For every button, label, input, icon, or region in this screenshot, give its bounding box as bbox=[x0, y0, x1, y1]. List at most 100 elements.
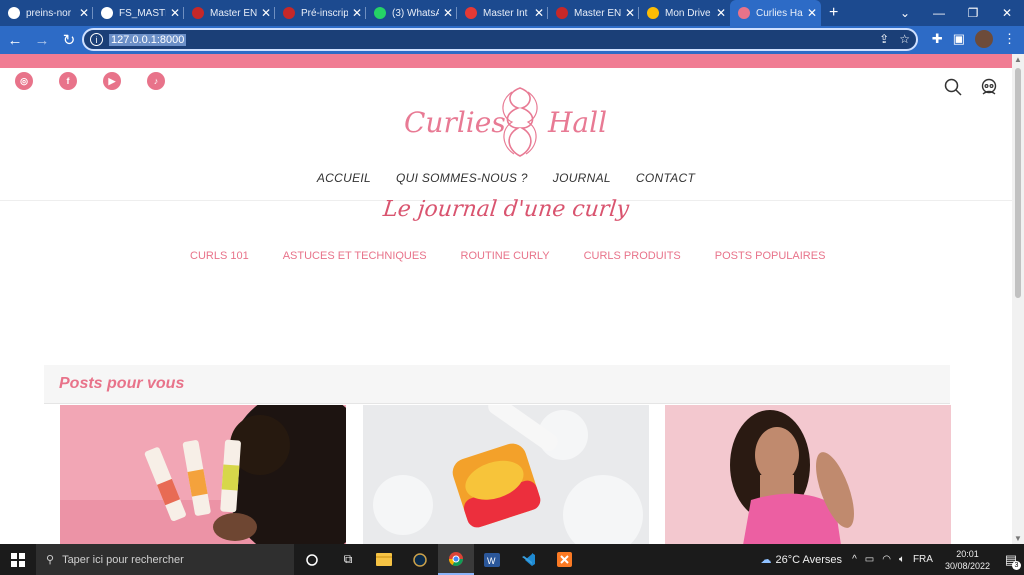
browser-tab[interactable]: Master Int ✕ bbox=[457, 0, 548, 26]
journal-title: Le journal d'une curly bbox=[381, 197, 631, 222]
svg-text:W: W bbox=[487, 556, 496, 566]
network-icon[interactable]: ▭ bbox=[865, 554, 874, 565]
nav-journal[interactable]: JOURNAL bbox=[553, 171, 611, 185]
chrome-icon[interactable] bbox=[438, 544, 474, 575]
scroll-down-icon[interactable]: ▼ bbox=[1014, 534, 1022, 543]
category-produits[interactable]: CURLS PRODUITS bbox=[584, 250, 681, 262]
close-tab-icon[interactable]: ✕ bbox=[807, 6, 817, 20]
instagram-icon[interactable]: ◎ bbox=[15, 72, 33, 90]
scroll-up-icon[interactable]: ▲ bbox=[1014, 55, 1022, 64]
browser-tab[interactable]: Mon Drive ✕ bbox=[639, 0, 730, 26]
nav-contact[interactable]: CONTACT bbox=[636, 171, 695, 185]
xampp-icon[interactable] bbox=[546, 544, 582, 575]
side-panel-icon[interactable]: ▣ bbox=[953, 31, 965, 47]
tab-title: Master EN bbox=[210, 7, 257, 19]
tab-favicon-icon bbox=[283, 7, 295, 19]
tab-favicon-icon bbox=[556, 7, 568, 19]
facebook-icon[interactable]: f bbox=[59, 72, 77, 90]
show-hidden-icons[interactable]: ^ bbox=[852, 554, 857, 565]
language-indicator[interactable]: FRA bbox=[913, 554, 933, 565]
youtube-icon[interactable]: ▶ bbox=[103, 72, 121, 90]
curly-hair-logo-icon bbox=[502, 87, 538, 157]
clock[interactable]: 20:01 30/08/2022 bbox=[945, 548, 990, 572]
cortana-icon[interactable] bbox=[294, 544, 330, 575]
tab-title: FS_MASTE bbox=[119, 7, 166, 19]
word-icon[interactable]: W bbox=[474, 544, 510, 575]
close-tab-icon[interactable]: ✕ bbox=[716, 6, 726, 20]
page-scrollbar[interactable]: ▲ ▼ bbox=[1012, 54, 1024, 544]
category-populaires[interactable]: POSTS POPULAIRES bbox=[715, 250, 826, 262]
main-nav: ACCUEIL QUI SOMMES-NOUS ? JOURNAL CONTAC… bbox=[0, 171, 1012, 185]
category-curls-101[interactable]: CURLS 101 bbox=[190, 250, 249, 262]
profile-avatar[interactable] bbox=[975, 30, 993, 48]
file-explorer-icon[interactable] bbox=[366, 544, 402, 575]
browser-tab[interactable]: Master EN ✕ bbox=[184, 0, 275, 26]
task-view-icon[interactable]: ⧉ bbox=[330, 544, 366, 575]
weather-widget[interactable]: ☁ 26°C Averses bbox=[760, 553, 843, 567]
close-tab-icon[interactable]: ✕ bbox=[352, 6, 362, 20]
notification-icon[interactable]: ▤ 3 bbox=[998, 544, 1024, 575]
post-image bbox=[60, 405, 346, 544]
system-tray: ☁ 26°C Averses ^ ▭ ◠ 🔈︎ FRA 20:01 30/08/… bbox=[760, 544, 1024, 575]
scrollbar-thumb[interactable] bbox=[1015, 68, 1021, 298]
site-info-icon[interactable]: i bbox=[90, 33, 103, 46]
close-window-icon[interactable]: ✕ bbox=[990, 0, 1024, 26]
category-astuces[interactable]: ASTUCES ET TECHNIQUES bbox=[283, 250, 427, 262]
post-card[interactable] bbox=[363, 405, 649, 544]
close-tab-icon[interactable]: ✕ bbox=[261, 6, 271, 20]
search-icon[interactable] bbox=[944, 78, 962, 96]
weather-text: 26°C Averses bbox=[775, 553, 843, 566]
bookmark-star-icon[interactable]: ☆ bbox=[899, 32, 910, 46]
tiktok-icon[interactable]: ♪ bbox=[147, 72, 165, 90]
browser-tab[interactable]: preins-nor ✕ bbox=[0, 0, 93, 26]
tab-title: Master EN bbox=[574, 7, 621, 19]
back-icon[interactable]: ← bbox=[3, 28, 27, 52]
taskbar-search-placeholder: Taper ici pour rechercher bbox=[62, 553, 184, 566]
category-routine[interactable]: ROUTINE CURLY bbox=[461, 250, 550, 262]
tab-title: (3) WhatsA bbox=[392, 7, 439, 19]
tab-search-icon[interactable]: ⌄ bbox=[888, 0, 922, 26]
vscode-icon[interactable] bbox=[510, 544, 546, 575]
windows-taskbar: ⚲ Taper ici pour rechercher ⧉ W ☁ 26°C A… bbox=[0, 544, 1024, 575]
close-tab-icon[interactable]: ✕ bbox=[443, 6, 453, 20]
browser-toolbar: ← → ↻ i 127.0.0.1:8000 ⇪ ☆ ✚ ▣ ⋮ bbox=[0, 26, 1024, 54]
browser-tab[interactable]: (3) WhatsA ✕ bbox=[366, 0, 457, 26]
address-bar[interactable]: i 127.0.0.1:8000 ⇪ ☆ bbox=[82, 28, 918, 51]
tab-title: Pré-inscrip bbox=[301, 7, 348, 19]
taskbar-search-box[interactable]: ⚲ Taper ici pour rechercher bbox=[36, 544, 294, 575]
close-tab-icon[interactable]: ✕ bbox=[170, 6, 180, 20]
notification-count: 3 bbox=[1012, 561, 1021, 570]
close-tab-icon[interactable]: ✕ bbox=[79, 6, 89, 20]
close-tab-icon[interactable]: ✕ bbox=[534, 6, 544, 20]
site-logo[interactable]: Curlies Hall bbox=[404, 84, 607, 162]
forward-icon[interactable]: → bbox=[30, 28, 54, 52]
browser-tab[interactable]: Pré-inscrip ✕ bbox=[275, 0, 366, 26]
url-text[interactable]: 127.0.0.1:8000 bbox=[109, 33, 187, 46]
browser-tab[interactable]: Master EN ✕ bbox=[548, 0, 639, 26]
wifi-icon[interactable]: ◠ bbox=[882, 554, 891, 565]
browser-tab-active[interactable]: Curlies Ha ✕ bbox=[730, 0, 821, 26]
reload-icon[interactable]: ↻ bbox=[57, 28, 81, 52]
minimize-icon[interactable]: — bbox=[922, 0, 956, 26]
nav-accueil[interactable]: ACCUEIL bbox=[317, 171, 371, 185]
post-image bbox=[363, 405, 649, 544]
clock-time: 20:01 bbox=[956, 548, 979, 559]
posts-section-header: Posts pour vous bbox=[44, 365, 950, 404]
menu-icon[interactable]: ⋮ bbox=[1003, 31, 1016, 47]
restore-icon[interactable]: ❐ bbox=[956, 0, 990, 26]
new-tab-icon[interactable]: + bbox=[829, 4, 838, 22]
close-tab-icon[interactable]: ✕ bbox=[625, 6, 635, 20]
league-app-icon[interactable] bbox=[402, 544, 438, 575]
post-card[interactable] bbox=[665, 405, 951, 544]
extensions-icon[interactable]: ✚ bbox=[932, 31, 943, 47]
category-nav: CURLS 101 ASTUCES ET TECHNIQUES ROUTINE … bbox=[190, 250, 825, 262]
share-icon[interactable]: ⇪ bbox=[879, 32, 889, 46]
post-card[interactable] bbox=[60, 405, 346, 544]
nav-qui-sommes-nous[interactable]: QUI SOMMES-NOUS ? bbox=[396, 171, 528, 185]
tab-title: preins-nor bbox=[26, 7, 72, 19]
tab-favicon-icon bbox=[465, 7, 477, 19]
account-icon[interactable] bbox=[980, 78, 998, 96]
browser-tab[interactable]: FS_MASTE ✕ bbox=[93, 0, 184, 26]
volume-icon[interactable]: 🔈︎ bbox=[899, 554, 905, 565]
windows-start-icon[interactable] bbox=[0, 544, 36, 575]
